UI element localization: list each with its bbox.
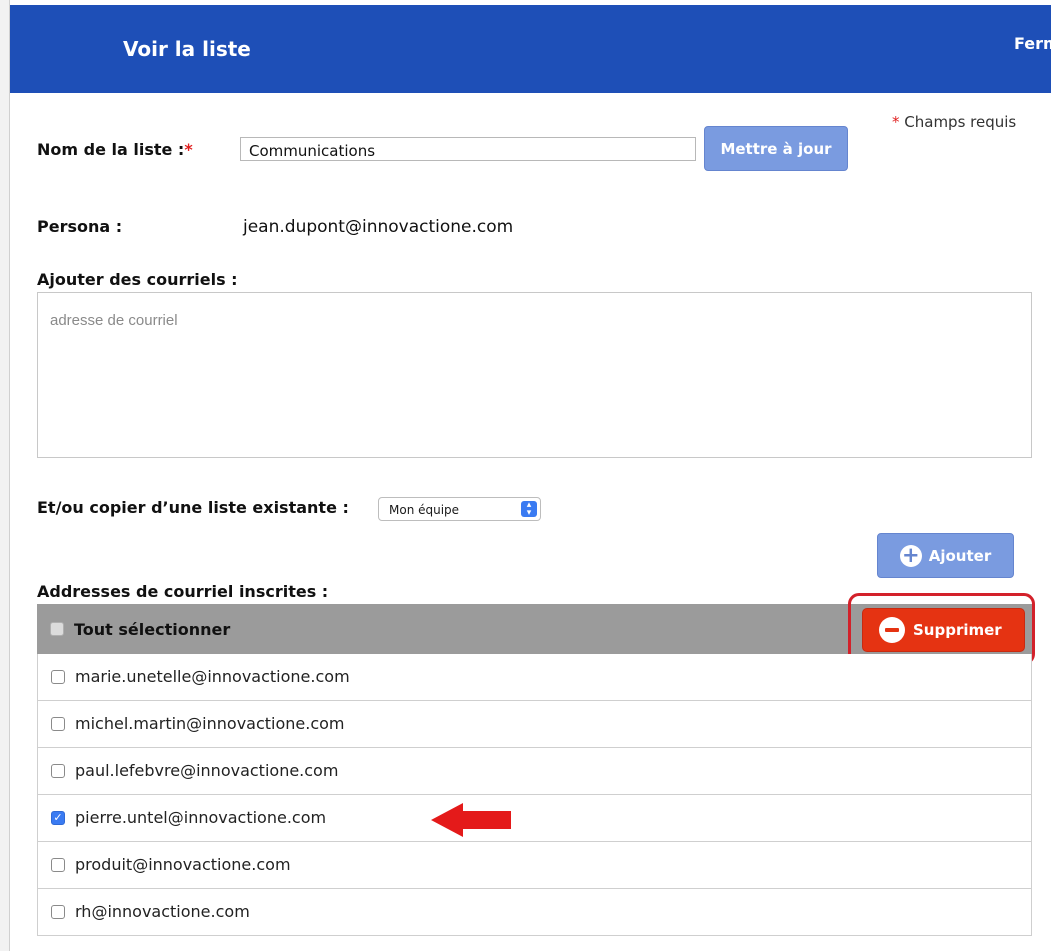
table-row: paul.lefebvre@innovactione.com (37, 748, 1032, 795)
add-emails-label: Ajouter des courriels : (37, 270, 238, 289)
email-list: marie.unetelle@innovactione.com michel.m… (37, 654, 1032, 936)
row-email: produit@innovactione.com (75, 855, 291, 874)
subscribed-emails-label: Addresses de courriel inscrites : (37, 582, 329, 601)
required-fields-text: Champs requis (899, 113, 1017, 131)
add-emails-placeholder: adresse de courriel (50, 312, 178, 329)
row-email: michel.martin@innovactione.com (75, 714, 345, 733)
row-email: rh@innovactione.com (75, 902, 250, 921)
list-name-input[interactable]: Communications (240, 137, 696, 161)
row-checkbox[interactable] (51, 905, 65, 919)
minus-circle-icon (879, 617, 905, 643)
row-email: paul.lefebvre@innovactione.com (75, 761, 339, 780)
update-button[interactable]: Mettre à jour (704, 126, 848, 171)
copy-list-label: Et/ou copier d’une liste existante : (37, 498, 349, 517)
select-all-checkbox[interactable] (50, 622, 64, 636)
close-link[interactable]: Fermer (1014, 34, 1051, 53)
row-checkbox[interactable] (51, 764, 65, 778)
row-checkbox[interactable] (51, 670, 65, 684)
table-row: ✓ pierre.untel@innovactione.com (37, 795, 1032, 842)
add-button[interactable]: + Ajouter (877, 533, 1014, 578)
table-row: produit@innovactione.com (37, 842, 1032, 889)
add-button-label: Ajouter (928, 546, 992, 565)
delete-button-label: Supprimer (913, 621, 1002, 639)
select-arrows-icon: ▴ ▾ (521, 501, 537, 518)
copy-list-select[interactable]: Mon équipe ▴ ▾ (378, 497, 541, 521)
row-checkbox[interactable] (51, 858, 65, 872)
delete-button[interactable]: Supprimer (862, 608, 1025, 652)
select-all-label: Tout sélectionner (74, 620, 231, 639)
add-emails-textarea[interactable]: adresse de courriel (37, 292, 1032, 458)
persona-label: Persona : (37, 217, 123, 236)
row-checkbox[interactable] (51, 717, 65, 731)
table-row: marie.unetelle@innovactione.com (37, 654, 1032, 701)
red-arrow-icon (431, 803, 511, 837)
required-star: * (892, 113, 900, 131)
persona-value: jean.dupont@innovactione.com (243, 217, 514, 237)
window-left-edge (0, 0, 10, 951)
required-fields-note: * Champs requis (892, 113, 1016, 131)
table-row: rh@innovactione.com (37, 889, 1032, 936)
table-row: michel.martin@innovactione.com (37, 701, 1032, 748)
list-name-label-text: Nom de la liste : (37, 140, 185, 159)
copy-list-selected: Mon équipe (389, 503, 460, 517)
row-email: pierre.untel@innovactione.com (75, 808, 327, 827)
plus-circle-icon: + (899, 544, 922, 567)
list-name-required-star: * (184, 140, 193, 159)
row-checkbox-checked[interactable]: ✓ (51, 811, 65, 825)
dialog-header: Voir la liste Fermer (10, 5, 1051, 93)
dialog-title: Voir la liste (123, 37, 251, 61)
row-email: marie.unetelle@innovactione.com (75, 667, 350, 686)
list-name-label: Nom de la liste :* (37, 140, 193, 159)
